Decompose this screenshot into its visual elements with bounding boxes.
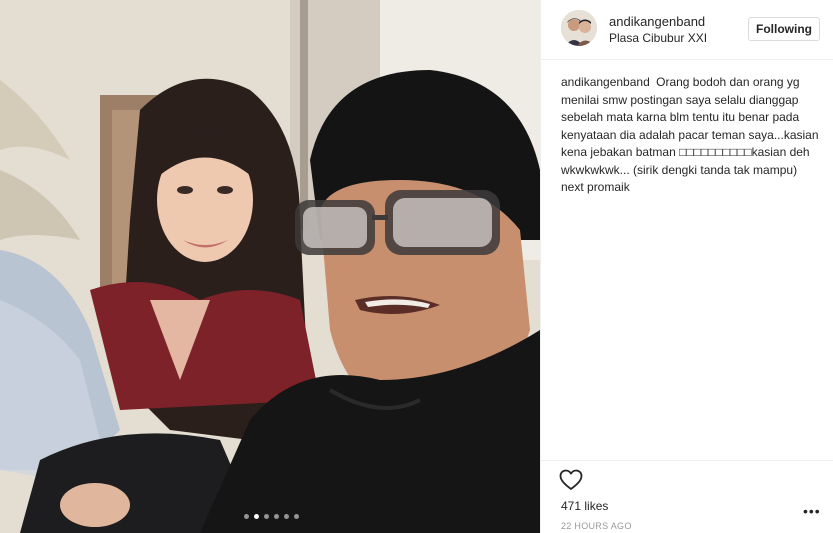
avatar-image	[561, 10, 597, 46]
post-caption: andikangenband Orang bodoh dan orang yg …	[561, 74, 823, 197]
location-link[interactable]: Plasa Cibubur XXI	[609, 31, 707, 45]
caption-text: Orang bodoh dan orang yg menilai smw pos…	[561, 75, 819, 194]
post-actions: 471 likes ••• 22 HOURS AGO	[541, 460, 833, 533]
heart-icon[interactable]	[559, 469, 585, 493]
carousel-dot[interactable]	[294, 514, 299, 519]
carousel-dot[interactable]	[274, 514, 279, 519]
post-side-panel: andikangenband Plasa Cibubur XXI Followi…	[540, 0, 833, 533]
carousel-dot[interactable]	[284, 514, 289, 519]
avatar[interactable]	[561, 10, 597, 46]
post-photo[interactable]	[0, 0, 540, 533]
carousel-dot[interactable]	[244, 514, 249, 519]
caption-username-link[interactable]: andikangenband	[561, 75, 650, 89]
following-button[interactable]: Following	[748, 17, 820, 41]
username-link[interactable]: andikangenband	[609, 14, 705, 29]
post-header: andikangenband Plasa Cibubur XXI Followi…	[541, 0, 833, 60]
carousel-dot[interactable]	[264, 514, 269, 519]
carousel-indicator	[244, 514, 299, 519]
like-count[interactable]: 471 likes	[561, 499, 608, 513]
carousel-dot-active[interactable]	[254, 514, 259, 519]
more-options-icon[interactable]: •••	[803, 503, 821, 519]
post-timestamp[interactable]: 22 HOURS AGO	[561, 521, 632, 531]
selfie-image	[0, 0, 540, 533]
